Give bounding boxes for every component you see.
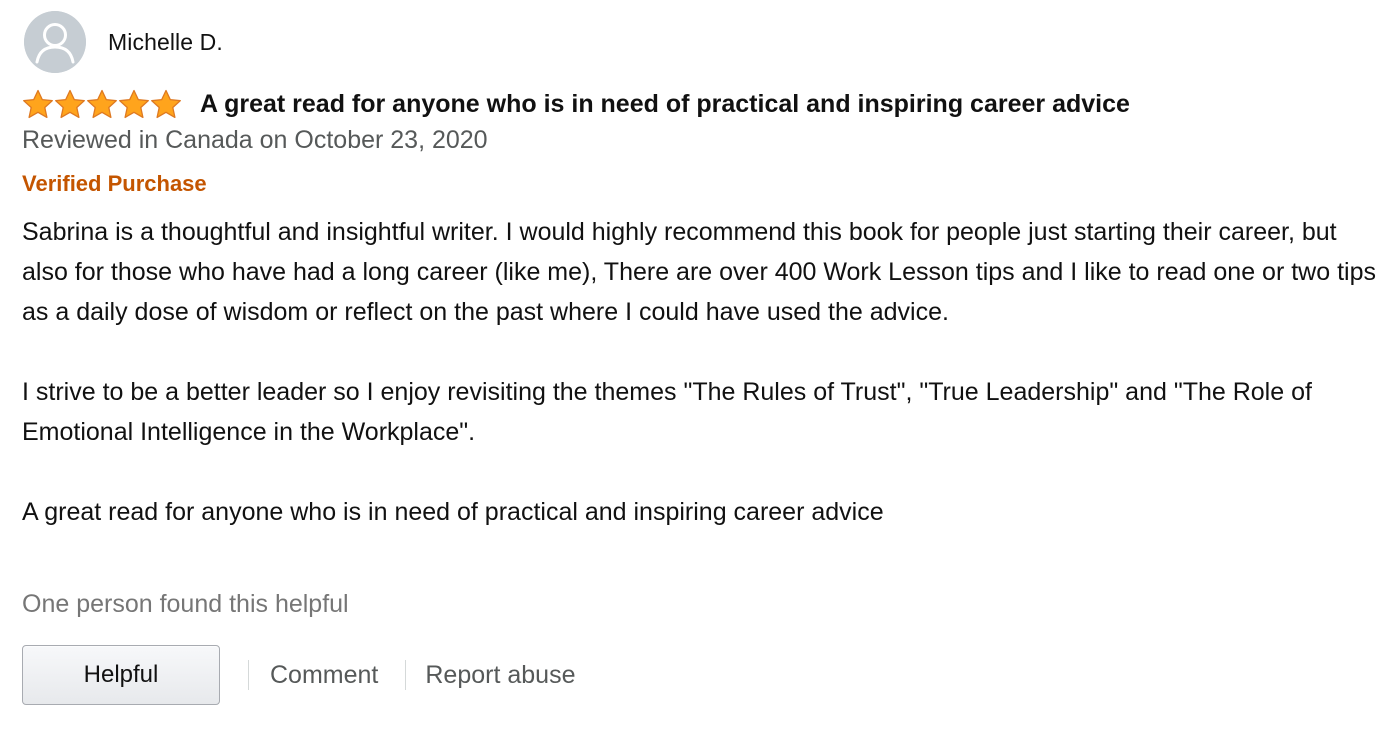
star-icon [87,89,117,118]
reviewer-name[interactable]: Michelle D. [108,29,223,56]
comment-link[interactable]: Comment [270,661,378,690]
star-icon [119,89,149,118]
review-body: Sabrina is a thoughtful and insightful w… [22,212,1378,532]
action-divider [248,660,249,690]
review-paragraph: Sabrina is a thoughtful and insightful w… [22,218,1376,326]
user-silhouette-icon[interactable] [24,11,86,73]
rating-title-row: A great read for anyone who is in need o… [22,84,1130,124]
action-divider [405,660,407,690]
report-abuse-link[interactable]: Report abuse [425,661,575,690]
review-paragraph: I strive to be a better leader so I enjo… [22,378,1312,446]
review-title[interactable]: A great read for anyone who is in need o… [200,90,1130,119]
star-icon [151,89,181,118]
star-icon [23,89,53,118]
reviewer-profile[interactable]: Michelle D. [22,10,223,74]
review-actions: Helpful Comment Report abuse [22,644,575,706]
helpful-button[interactable]: Helpful [22,645,220,705]
helpful-count: One person found this helpful [22,590,349,618]
star-rating[interactable] [22,89,182,120]
review-date: Reviewed in Canada on October 23, 2020 [22,126,488,154]
verified-purchase-badge: Verified Purchase [22,171,207,196]
review-paragraph: A great read for anyone who is in need o… [22,498,884,526]
star-icon [55,89,85,118]
